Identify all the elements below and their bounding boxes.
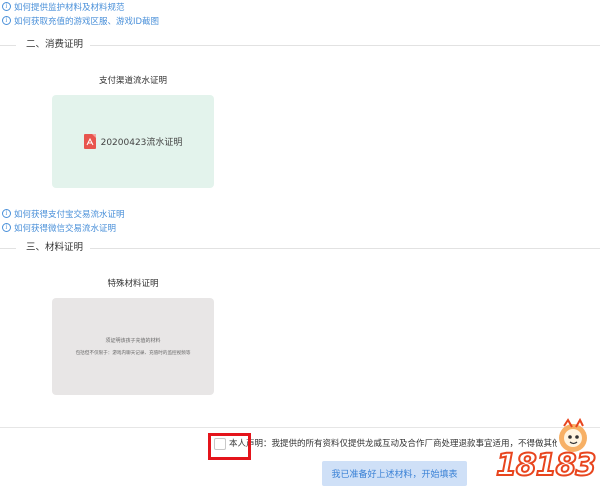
info-icon: i <box>2 2 11 11</box>
help-link-alipay-statement[interactable]: i 如何获得支付宝交易流水证明 <box>2 207 125 220</box>
help-link-label: 如何获得微信交易流水证明 <box>14 223 117 234</box>
help-link-wechat-statement[interactable]: i 如何获得微信交易流水证明 <box>2 221 116 234</box>
help-link-label: 如何获得支付宝交易流水证明 <box>14 209 125 220</box>
info-icon: i <box>2 209 11 218</box>
highlight-box <box>208 433 251 460</box>
card-title-payment-statement: 支付渠道流水证明 <box>98 76 167 86</box>
special-materials-upload-card[interactable]: 须证明该孩子充值的材料 包括但不仅限于：游戏内聊天记录、充值时的监控视频等 <box>52 298 214 395</box>
section-header-consumption: 二、消费证明 <box>0 38 600 52</box>
placeholder-text: 包括但不仅限于：游戏内聊天记录、充值时的监控视频等 <box>75 351 191 356</box>
site-logo: 18183 <box>492 418 600 497</box>
divider <box>90 45 600 46</box>
uploaded-file-name: 20200423流水证明 <box>100 138 183 148</box>
section-title: 二、消费证明 <box>26 39 84 50</box>
section-header-materials: 三、材料证明 <box>0 241 600 255</box>
help-link-monitor-materials[interactable]: i 如何提供监护材料及材料规范 <box>2 0 125 13</box>
help-link-label: 如何获取充值的游戏区服、游戏ID截图 <box>14 16 160 27</box>
placeholder-text: 须证明该孩子充值的材料 <box>105 338 161 344</box>
divider <box>0 45 16 46</box>
help-link-game-server-screenshot[interactable]: i 如何获取充值的游戏区服、游戏ID截图 <box>2 14 159 27</box>
help-link-label: 如何提供监护材料及材料规范 <box>14 2 125 13</box>
card-title-special-materials: 特殊材料证明 <box>107 279 159 289</box>
info-icon: i <box>2 16 11 25</box>
payment-statement-upload-card[interactable]: 20200423流水证明 <box>52 95 214 188</box>
info-icon: i <box>2 223 11 232</box>
start-form-button[interactable]: 我已准备好上述材料，开始填表 <box>322 461 467 486</box>
divider <box>90 248 600 249</box>
logo-text: 18183 <box>495 447 597 484</box>
pdf-icon <box>83 134 96 149</box>
divider <box>0 248 16 249</box>
section-title: 三、材料证明 <box>26 242 84 253</box>
